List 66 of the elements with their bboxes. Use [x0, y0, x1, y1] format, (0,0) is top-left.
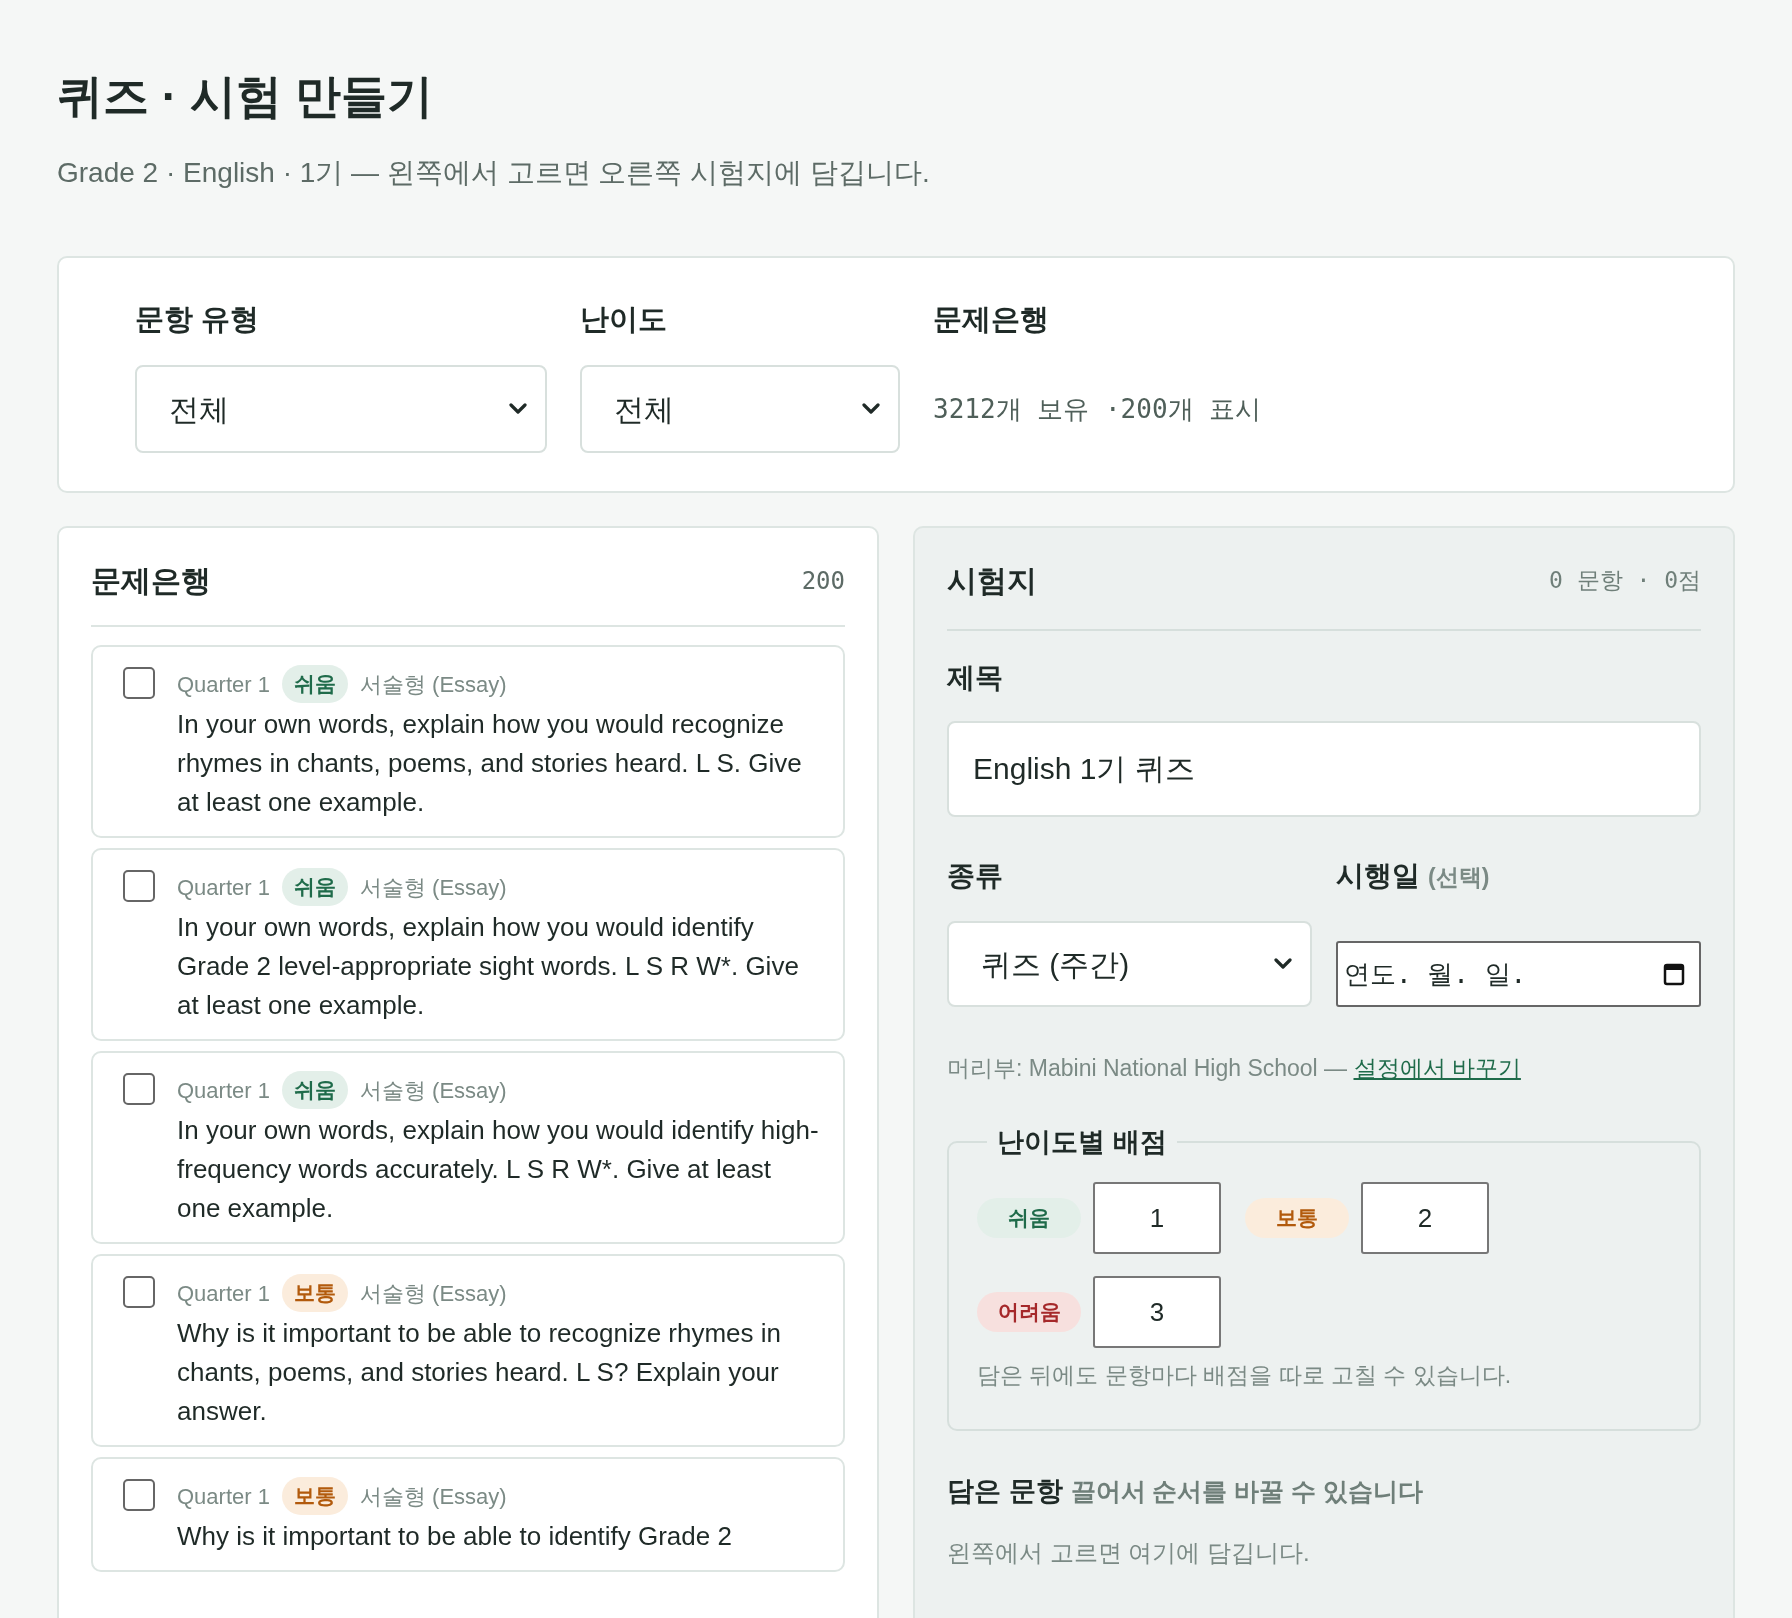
checkbox[interactable] [123, 1073, 155, 1105]
checkbox[interactable] [123, 667, 155, 699]
question-text: In your own words, explain how you would identify high-frequency words accurately. L S R W*. Give at least one example. [177, 1114, 819, 1225]
quarter-label: Quarter 1 [177, 670, 270, 699]
question-card[interactable]: Quarter 1 쉬움 서술형 (Essay) In your own words, explain how you would identify high-frequency words accurately. L S R W*. Give at least one example. [91, 1051, 845, 1244]
panel-legend: 난이도별 배점 [987, 1121, 1177, 1162]
field-label: 종류 [947, 859, 1004, 893]
difficulty-badge: 보통 [281, 1274, 348, 1312]
format-label: 서술형 (Essay) [359, 1279, 507, 1308]
difficulty-badge: 쉬움 [977, 1198, 1081, 1238]
date-field[interactable]: 연도. 월. 일. [1336, 941, 1701, 1007]
question-text: Why is it important to be able to recognize rhymes in chants, poems, and stories heard. L S? Explain your answer. [177, 1317, 783, 1428]
difficulty-badge: 쉬움 [281, 868, 348, 906]
difficulty-badge: 어려움 [977, 1292, 1081, 1332]
question-card[interactable]: Quarter 1 쉬움 서술형 (Essay) In your own words, explain how you would identify Grade 2 level-appropriate sight words. L S R W*. Give at least one example. [91, 848, 845, 1041]
question-text: In your own words, explain how you would identify Grade 2 level-appropriate sight words. L S R W*. Give at least one example. [177, 911, 800, 1022]
field-label: 제목 [947, 661, 1004, 695]
question-card[interactable]: Quarter 1 보통 서술형 (Essay) Why is it important to be able to identify Grade 2 [91, 1457, 845, 1572]
page-title: 퀴즈 · 시험 만들기 [57, 69, 434, 124]
checkbox[interactable] [123, 1479, 155, 1511]
chevron-down-icon [509, 403, 527, 415]
points-note: 담은 뒤에도 문항마다 배점을 따로 고칠 수 있습니다. [977, 1361, 1513, 1390]
points-input[interactable]: 3 [1093, 1276, 1221, 1348]
chevron-down-icon [1274, 958, 1292, 970]
title-input[interactable]: English 1기 퀴즈 [947, 721, 1701, 817]
quarter-label: Quarter 1 [177, 1279, 270, 1308]
difficulty-select[interactable]: 전체 [580, 365, 900, 453]
quarter-label: Quarter 1 [177, 1076, 270, 1105]
filter-label: 난이도 [580, 301, 668, 337]
type-select[interactable]: 전체 [135, 365, 547, 453]
header-note: 머리부: Mabini National High School — 설정에서 바꾸기 [947, 1054, 1522, 1083]
checkbox[interactable] [123, 870, 155, 902]
chevron-down-icon [862, 403, 880, 415]
question-card[interactable]: Quarter 1 쉬움 서술형 (Essay) In your own words, explain how you would recognize rhymes in chants, poems, and stories heard. L S. Give at least one example. [91, 645, 845, 838]
format-label: 서술형 (Essay) [359, 670, 507, 699]
question-text: Why is it important to be able to identify Grade 2 [177, 1520, 732, 1553]
optional-hint: (선택) [1428, 863, 1490, 892]
difficulty-badge: 쉬움 [281, 665, 348, 703]
settings-link[interactable]: 설정에서 바꾸기 [1353, 1055, 1521, 1081]
bank-summary: 3212개 보유 ·200개 표시 [933, 392, 1262, 426]
question-card[interactable]: Quarter 1 보통 서술형 (Essay) Why is it important to be able to recognize rhymes in chants, poems, and stories heard. L S? Explain your answer. [91, 1254, 845, 1447]
difficulty-badge: 쉬움 [281, 1071, 348, 1109]
difficulty-badge: 보통 [281, 1477, 348, 1515]
bank-count: 200 [801, 565, 845, 597]
empty-message: 왼쪽에서 고르면 여기에 담깁니다. [947, 1538, 1311, 1568]
checkbox[interactable] [123, 1276, 155, 1308]
page-subtitle: Grade 2 · English · 1기 — 왼쪽에서 고르면 오른쪽 시험지에 담깁니다. [57, 155, 931, 190]
field-label: 시행일 [1336, 859, 1420, 893]
quarter-label: Quarter 1 [177, 873, 270, 902]
kind-select[interactable]: 퀴즈 (주간) [947, 921, 1312, 1007]
panel-title: 문제은행 [91, 563, 211, 599]
panel-title: 시험지 [947, 563, 1037, 599]
exam-summary: 0 문항 · 0점 [1548, 566, 1701, 596]
points-input[interactable]: 2 [1361, 1182, 1489, 1254]
points-input[interactable]: 1 [1093, 1182, 1221, 1254]
filter-label: 문제은행 [933, 301, 1050, 337]
filter-label: 문항 유형 [135, 301, 261, 337]
format-label: 서술형 (Essay) [359, 873, 507, 902]
section-hint: 끌어서 순서를 바꿀 수 있습니다 [1070, 1475, 1424, 1507]
section-title: 담은 문항 [947, 1474, 1063, 1508]
question-text: In your own words, explain how you would recognize rhymes in chants, poems, and stories heard. L S. Give at least one example. [177, 708, 803, 819]
quarter-label: Quarter 1 [177, 1482, 270, 1511]
format-label: 서술형 (Essay) [359, 1076, 507, 1105]
calendar-icon[interactable] [1663, 962, 1685, 986]
difficulty-badge: 보통 [1245, 1198, 1349, 1238]
format-label: 서술형 (Essay) [359, 1482, 507, 1511]
